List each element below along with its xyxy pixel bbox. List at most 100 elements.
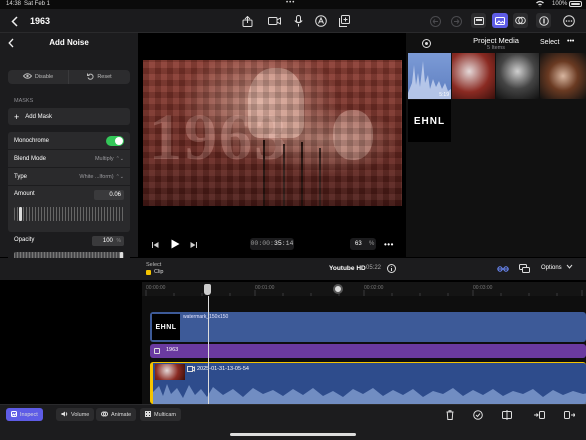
battery-percent: 100% [552,1,568,7]
camera-capture-icon[interactable] [266,14,282,28]
title-clip-name: 1963 [166,347,179,353]
clip-overlay-icon[interactable] [517,263,531,274]
animate-button[interactable]: Animate [96,408,137,421]
timecode-seconds: 35 [273,240,282,247]
thumb-duration: 5:19 [439,92,449,98]
more-options-icon[interactable] [561,13,576,28]
home-indicator[interactable] [230,433,356,436]
status-time: 14:38 [6,1,22,7]
monochrome-label: Monochrome [14,137,50,144]
wifi-icon [536,0,544,9]
delete-trash-icon[interactable] [444,409,456,421]
media-thumb-audio[interactable]: 5:19 [408,53,451,99]
viewer-more-icon[interactable]: ••• [384,240,394,249]
undo-icon[interactable] [428,14,442,28]
skip-back-icon[interactable] [150,240,160,250]
amount-label: Amount [14,191,35,197]
add-mask-button[interactable]: + Add Mask [8,108,130,125]
microphone-stand [283,144,285,206]
clip-color-icon [146,270,151,275]
amount-slider-knob[interactable] [19,207,22,221]
inspector-toggle-icon[interactable] [536,13,551,28]
play-icon[interactable] [169,238,181,250]
redo-icon[interactable] [449,14,463,28]
back-chevron-icon[interactable] [8,14,20,28]
options-button[interactable]: Options [541,265,562,271]
project-format[interactable]: Youtube HD [329,265,366,272]
top-toolbar: 1963 [0,9,586,33]
reset-button[interactable]: Reset [69,70,130,84]
skip-forward-icon[interactable] [188,240,198,250]
watermark-thumb: EHNL [152,314,180,340]
monochrome-toggle[interactable] [106,135,124,146]
zoom-value: 63 [355,241,362,247]
browser-more-icon[interactable]: ••• [567,38,574,45]
info-icon[interactable] [386,263,397,274]
opacity-value: 100 [102,238,113,244]
opacity-field[interactable]: 100 % [92,236,124,246]
video-preview[interactable]: 1963 [143,60,402,206]
timeline-area[interactable]: EHNL watermark_150x150 1963 2025-01-31-1… [142,296,586,405]
monochrome-row: Monochrome [8,132,130,149]
amount-field[interactable]: 0.06 [94,190,124,200]
zoom-center-knob[interactable] [333,284,343,294]
type-row[interactable]: Type White ...lform) ⌃⌄ [8,168,130,185]
media-thumb-logo[interactable]: EHNL [408,100,451,142]
amount-slider[interactable] [14,207,124,221]
microphone-stand [263,140,265,206]
title-clip-icon [154,348,160,354]
effects-browser-icon[interactable] [513,13,528,28]
status-bar: 14:38 Sat Feb 1 ••• 100% [0,0,586,9]
status-date: Sat Feb 1 [24,1,51,7]
eye-icon [22,73,32,81]
reset-label: Reset [97,74,112,80]
import-media-icon[interactable] [337,14,351,28]
disable-button[interactable]: Disable [8,70,69,84]
replace-clip-icon[interactable] [563,409,575,421]
multicam-button[interactable]: Multicam [140,408,182,421]
volume-label: Volume [71,411,90,418]
animate-label: Animate [111,411,132,418]
viewer-layout-icon[interactable] [471,13,486,28]
multitask-dots-icon[interactable]: ••• [286,0,295,6]
chevron-down-icon[interactable] [566,264,573,271]
playhead-line[interactable] [208,296,209,404]
battery-icon [569,1,582,7]
video-camera-icon [187,366,195,374]
split-clip-icon[interactable] [501,409,513,421]
inspector-title: Add Noise [49,38,89,47]
share-export-icon[interactable] [240,14,254,28]
inspect-button[interactable]: Inspect [6,408,43,421]
zoom-unit: % [369,241,375,247]
masks-header: MASKS [14,98,34,104]
watermark-clip-name: watermark_150x150 [183,314,229,320]
title-text-icon[interactable] [314,14,328,28]
multicam-icon [145,410,151,419]
project-title[interactable]: 1963 [30,16,50,26]
media-thumb-clip-3[interactable] [540,53,586,99]
media-thumb-clip-2[interactable] [496,53,539,99]
media-browser-icon[interactable] [492,13,508,28]
speaker-figure [248,68,304,138]
blend-mode-row[interactable]: Blend Mode Multiply ⌃⌄ [8,150,130,167]
main-video-clip[interactable]: 2025-01-31-13-05-54 [150,362,586,405]
browser-select-button[interactable]: Select [540,39,559,46]
detach-audio-icon[interactable] [533,409,545,421]
project-duration: 05:22 [366,265,382,271]
title-clip[interactable]: 1963 [150,344,586,358]
video-clip-thumb [155,364,185,380]
snapping-icon[interactable] [496,263,510,274]
checkmark-circle-icon[interactable] [472,409,484,421]
ruler-tick-label: 00:02:00 [364,285,384,291]
type-label: Type [14,173,28,180]
timecode-display[interactable]: 00:00:35:14 [250,238,294,250]
microphone-icon[interactable] [291,14,305,28]
volume-button[interactable]: Volume [56,408,95,421]
logo-text: EHNL [413,115,446,127]
select-mode-label[interactable]: Select [146,262,161,268]
disable-reset-control: Disable Reset [8,70,130,84]
watermark-clip[interactable]: EHNL watermark_150x150 [150,312,586,342]
animate-icon [101,411,108,419]
media-thumb-clip-1[interactable] [452,53,495,99]
playhead-handle[interactable] [204,284,211,295]
